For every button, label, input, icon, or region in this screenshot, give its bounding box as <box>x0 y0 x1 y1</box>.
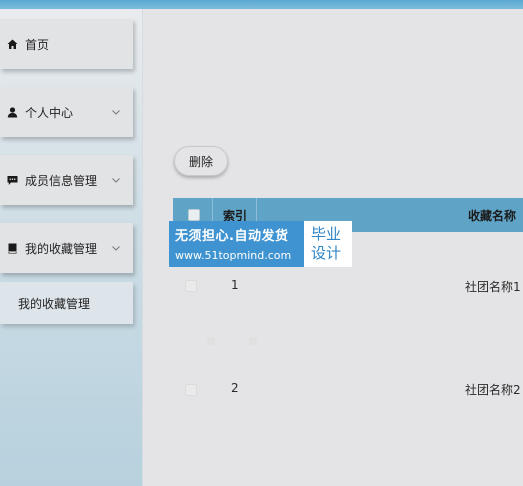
home-icon <box>6 38 18 50</box>
user-icon <box>6 106 18 118</box>
table-cell-name: 社团名称1 <box>465 280 521 294</box>
top-bar <box>0 0 523 9</box>
watermark-badge-top: 毕业 <box>311 225 342 243</box>
sidebar-item-profile[interactable]: 个人中心 <box>0 87 133 137</box>
sidebar-item-label: 我的收藏管理 <box>25 241 98 256</box>
sidebar-item-label: 个人中心 <box>25 105 74 120</box>
row-placeholder <box>207 337 215 345</box>
chevron-down-icon <box>109 175 123 185</box>
chat-icon <box>6 174 18 186</box>
row-placeholder <box>249 337 257 345</box>
table-cell-name: 社团名称2 <box>465 383 521 397</box>
chevron-down-icon <box>109 107 123 117</box>
watermark-url: www.51topmind.com <box>175 249 292 262</box>
watermark-badge-bottom: 设计 <box>311 244 342 262</box>
sidebar-subitem-label: 我的收藏管理 <box>18 296 91 311</box>
book-icon <box>6 242 18 254</box>
sidebar: 首页 个人中心 成员信息管理 我的收藏管理 我的收藏管理 <box>0 9 143 486</box>
sidebar-item-label: 首页 <box>25 37 50 52</box>
chevron-down-icon <box>109 243 123 253</box>
table-cell-index: 2 <box>231 381 239 395</box>
table-cell-index: 1 <box>231 278 239 292</box>
sidebar-item-label: 成员信息管理 <box>25 173 98 188</box>
watermark-banner: 无须担心.自动发货 www.51topmind.com 毕业 设计 <box>169 221 352 267</box>
sidebar-item-home[interactable]: 首页 <box>0 19 133 69</box>
delete-button[interactable]: 删除 <box>174 146 228 176</box>
column-header-name[interactable]: 收藏名称 <box>468 207 516 224</box>
watermark-text-block: 无须担心.自动发货 www.51topmind.com <box>169 221 304 267</box>
select-all-checkbox[interactable] <box>188 209 200 221</box>
row-checkbox[interactable] <box>185 384 197 396</box>
sidebar-item-members[interactable]: 成员信息管理 <box>0 155 133 205</box>
sidebar-item-favorites[interactable]: 我的收藏管理 <box>0 223 133 273</box>
row-checkbox[interactable] <box>185 280 197 292</box>
sidebar-subitem-my-favorites[interactable]: 我的收藏管理 <box>0 282 133 324</box>
watermark-slogan: 无须担心.自动发货 <box>175 229 289 244</box>
watermark-badge: 毕业 设计 <box>304 221 352 267</box>
